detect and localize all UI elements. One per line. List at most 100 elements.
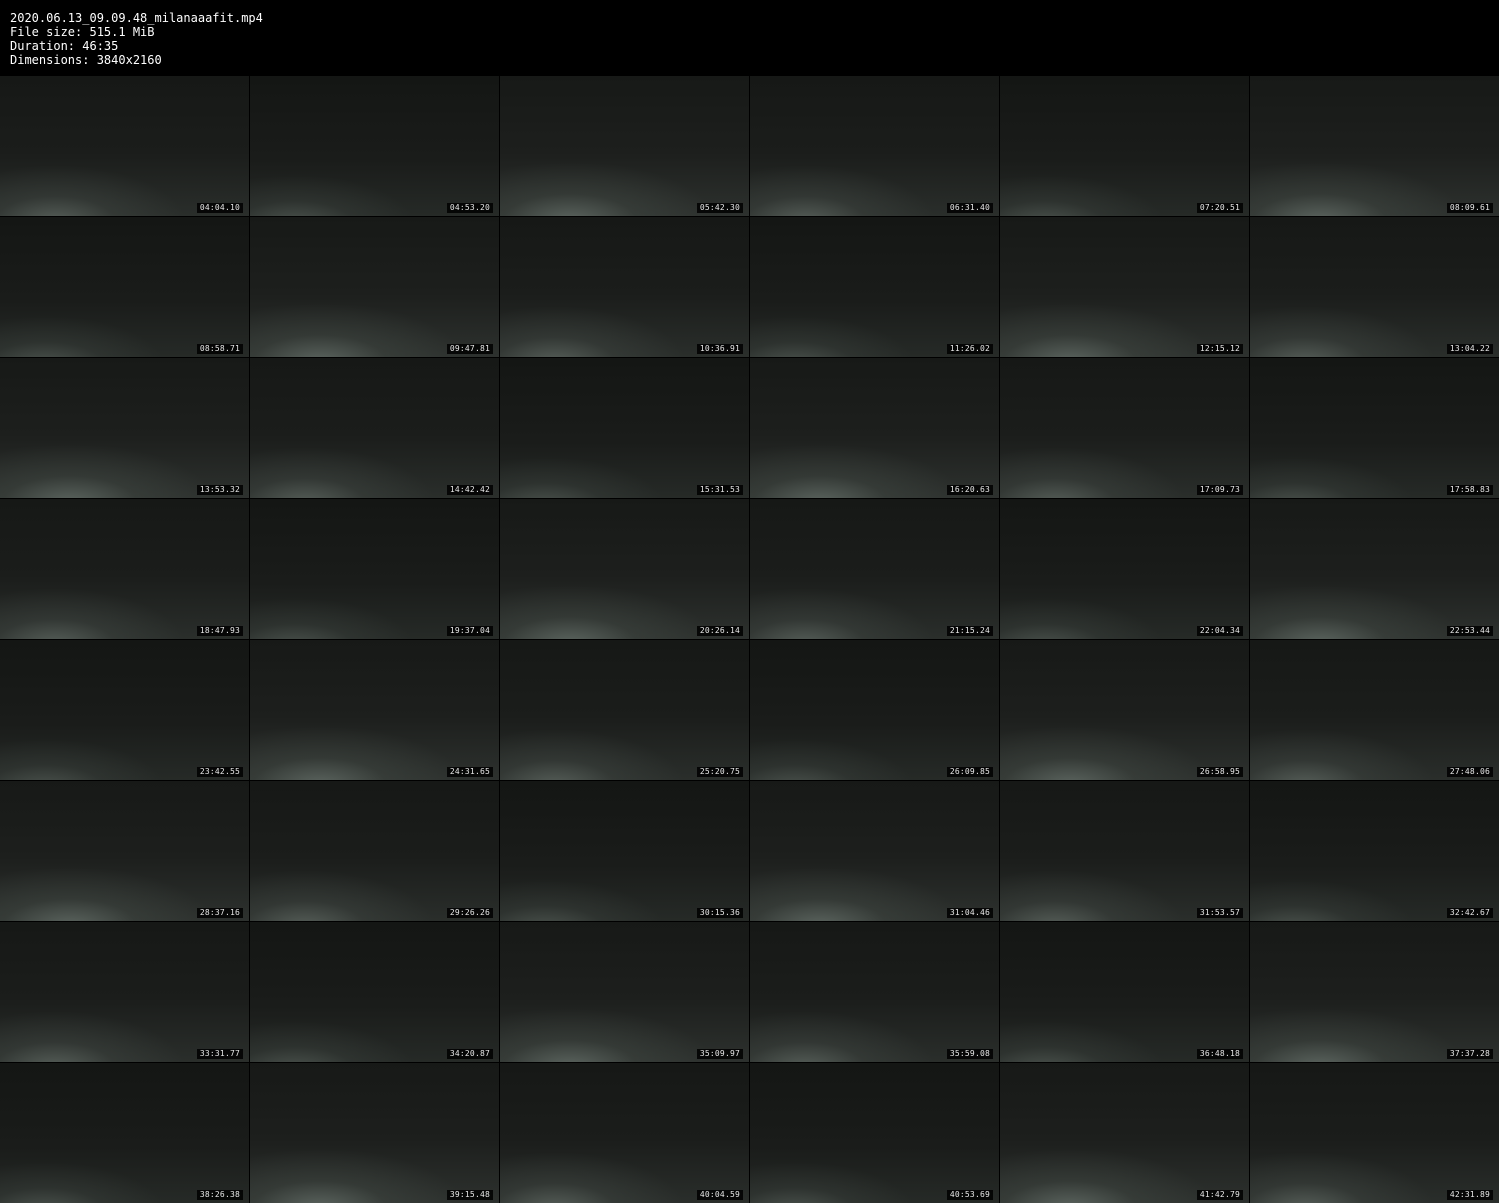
video-thumbnail[interactable]: 27:48.06 bbox=[1250, 640, 1499, 780]
video-thumbnail[interactable]: 24:31.65 bbox=[250, 640, 499, 780]
duration: Duration: 46:35 bbox=[10, 39, 119, 53]
thumbnail-timestamp: 35:09.97 bbox=[696, 1049, 743, 1059]
video-thumbnail[interactable]: 15:31.53 bbox=[500, 358, 749, 498]
video-thumbnail[interactable]: 18:47.93 bbox=[0, 499, 249, 639]
video-thumbnail[interactable]: 26:09.85 bbox=[750, 640, 999, 780]
video-thumbnail[interactable]: 19:37.04 bbox=[250, 499, 499, 639]
thumbnail-timestamp: 34:20.87 bbox=[446, 1049, 493, 1059]
thumbnail-timestamp: 26:58.95 bbox=[1196, 767, 1243, 777]
thumbnail-timestamp: 30:15.36 bbox=[696, 908, 743, 918]
thumbnail-timestamp: 33:31.77 bbox=[196, 1049, 243, 1059]
thumbnail-timestamp: 36:48.18 bbox=[1196, 1049, 1243, 1059]
thumbnail-timestamp: 38:26.38 bbox=[196, 1190, 243, 1200]
thumbnail-timestamp: 31:04.46 bbox=[946, 908, 993, 918]
video-thumbnail[interactable]: 17:09.73 bbox=[1000, 358, 1249, 498]
video-thumbnail[interactable]: 13:53.32 bbox=[0, 358, 249, 498]
thumbnail-timestamp: 42:31.89 bbox=[1446, 1190, 1493, 1200]
video-thumbnail[interactable]: 37:37.28 bbox=[1250, 922, 1499, 1062]
video-thumbnail[interactable]: 08:58.71 bbox=[0, 217, 249, 357]
video-thumbnail[interactable]: 14:42.42 bbox=[250, 358, 499, 498]
thumbnail-timestamp: 40:53.69 bbox=[946, 1190, 993, 1200]
video-thumbnail[interactable]: 22:04.34 bbox=[1000, 499, 1249, 639]
video-thumbnail[interactable]: 12:15.12 bbox=[1000, 217, 1249, 357]
video-thumbnail[interactable]: 23:42.55 bbox=[0, 640, 249, 780]
thumbnail-timestamp: 05:42.30 bbox=[696, 203, 743, 213]
thumbnail-timestamp: 39:15.48 bbox=[446, 1190, 493, 1200]
thumbnail-timestamp: 10:36.91 bbox=[696, 344, 743, 354]
thumbnail-timestamp: 31:53.57 bbox=[1196, 908, 1243, 918]
video-thumbnail[interactable]: 40:53.69 bbox=[750, 1063, 999, 1203]
thumbnail-timestamp: 19:37.04 bbox=[446, 626, 493, 636]
thumbnail-timestamp: 37:37.28 bbox=[1446, 1049, 1493, 1059]
video-thumbnail[interactable]: 04:53.20 bbox=[250, 76, 499, 216]
video-thumbnail[interactable]: 40:04.59 bbox=[500, 1063, 749, 1203]
thumbnail-timestamp: 24:31.65 bbox=[446, 767, 493, 777]
video-thumbnail[interactable]: 26:58.95 bbox=[1000, 640, 1249, 780]
video-thumbnail[interactable]: 20:26.14 bbox=[500, 499, 749, 639]
thumbnail-timestamp: 28:37.16 bbox=[196, 908, 243, 918]
thumbnail-timestamp: 20:26.14 bbox=[696, 626, 743, 636]
thumbnail-timestamp: 32:42.67 bbox=[1446, 908, 1493, 918]
thumbnail-timestamp: 07:20.51 bbox=[1196, 203, 1243, 213]
thumbnail-timestamp: 16:20.63 bbox=[946, 485, 993, 495]
video-thumbnail[interactable]: 38:26.38 bbox=[0, 1063, 249, 1203]
video-thumbnail[interactable]: 28:37.16 bbox=[0, 781, 249, 921]
thumbnail-timestamp: 08:09.61 bbox=[1446, 203, 1493, 213]
video-thumbnail[interactable]: 10:36.91 bbox=[500, 217, 749, 357]
thumbnail-timestamp: 26:09.85 bbox=[946, 767, 993, 777]
video-thumbnail[interactable]: 35:09.97 bbox=[500, 922, 749, 1062]
video-thumbnail[interactable]: 31:53.57 bbox=[1000, 781, 1249, 921]
video-thumbnail[interactable]: 22:53.44 bbox=[1250, 499, 1499, 639]
video-thumbnail[interactable]: 42:31.89 bbox=[1250, 1063, 1499, 1203]
video-thumbnail[interactable]: 25:20.75 bbox=[500, 640, 749, 780]
video-thumbnail[interactable]: 04:04.10 bbox=[0, 76, 249, 216]
video-thumbnail[interactable]: 11:26.02 bbox=[750, 217, 999, 357]
video-thumbnail[interactable]: 17:58.83 bbox=[1250, 358, 1499, 498]
thumbnail-timestamp: 08:58.71 bbox=[196, 344, 243, 354]
thumbnail-grid: 04:04.10 04:53.20 05:42.30 06:31.40 07:20.51… bbox=[0, 76, 1499, 1203]
video-thumbnail[interactable]: 32:42.67 bbox=[1250, 781, 1499, 921]
thumbnail-timestamp: 09:47.81 bbox=[446, 344, 493, 354]
thumbnail-timestamp: 25:20.75 bbox=[696, 767, 743, 777]
dimensions: Dimensions: 3840x2160 bbox=[10, 53, 162, 67]
thumbnail-timestamp: 14:42.42 bbox=[446, 485, 493, 495]
thumbnail-timestamp: 13:53.32 bbox=[196, 485, 243, 495]
file-size: File size: 515.1 MiB bbox=[10, 25, 155, 39]
video-thumbnail[interactable]: 39:15.48 bbox=[250, 1063, 499, 1203]
thumbnail-timestamp: 15:31.53 bbox=[696, 485, 743, 495]
thumbnail-timestamp: 17:58.83 bbox=[1446, 485, 1493, 495]
video-thumbnail[interactable]: 07:20.51 bbox=[1000, 76, 1249, 216]
video-thumbnail[interactable]: 08:09.61 bbox=[1250, 76, 1499, 216]
thumbnail-timestamp: 12:15.12 bbox=[1196, 344, 1243, 354]
video-thumbnail[interactable]: 06:31.40 bbox=[750, 76, 999, 216]
thumbnail-timestamp: 40:04.59 bbox=[696, 1190, 743, 1200]
video-thumbnail[interactable]: 30:15.36 bbox=[500, 781, 749, 921]
video-thumbnail[interactable]: 34:20.87 bbox=[250, 922, 499, 1062]
thumbnail-timestamp: 04:53.20 bbox=[446, 203, 493, 213]
video-thumbnail[interactable]: 33:31.77 bbox=[0, 922, 249, 1062]
thumbnail-timestamp: 35:59.08 bbox=[946, 1049, 993, 1059]
video-thumbnail[interactable]: 41:42.79 bbox=[1000, 1063, 1249, 1203]
video-thumbnail[interactable]: 05:42.30 bbox=[500, 76, 749, 216]
video-thumbnail[interactable]: 21:15.24 bbox=[750, 499, 999, 639]
video-thumbnail[interactable]: 16:20.63 bbox=[750, 358, 999, 498]
video-thumbnail[interactable]: 35:59.08 bbox=[750, 922, 999, 1062]
video-thumbnail[interactable]: 31:04.46 bbox=[750, 781, 999, 921]
video-thumbnail[interactable]: 13:04.22 bbox=[1250, 217, 1499, 357]
video-thumbnail[interactable]: 36:48.18 bbox=[1000, 922, 1249, 1062]
file-info-header: 2020.06.13_09.09.48_milanaaafit.mp4 File… bbox=[0, 0, 1499, 76]
thumbnail-timestamp: 27:48.06 bbox=[1446, 767, 1493, 777]
thumbnail-timestamp: 41:42.79 bbox=[1196, 1190, 1243, 1200]
thumbnail-timestamp: 21:15.24 bbox=[946, 626, 993, 636]
thumbnail-timestamp: 13:04.22 bbox=[1446, 344, 1493, 354]
thumbnail-timestamp: 29:26.26 bbox=[446, 908, 493, 918]
thumbnail-timestamp: 17:09.73 bbox=[1196, 485, 1243, 495]
video-thumbnail[interactable]: 29:26.26 bbox=[250, 781, 499, 921]
thumbnail-timestamp: 04:04.10 bbox=[196, 203, 243, 213]
thumbnail-timestamp: 18:47.93 bbox=[196, 626, 243, 636]
thumbnail-timestamp: 23:42.55 bbox=[196, 767, 243, 777]
thumbnail-timestamp: 22:04.34 bbox=[1196, 626, 1243, 636]
thumbnail-timestamp: 22:53.44 bbox=[1446, 626, 1493, 636]
thumbnail-timestamp: 06:31.40 bbox=[946, 203, 993, 213]
video-thumbnail[interactable]: 09:47.81 bbox=[250, 217, 499, 357]
